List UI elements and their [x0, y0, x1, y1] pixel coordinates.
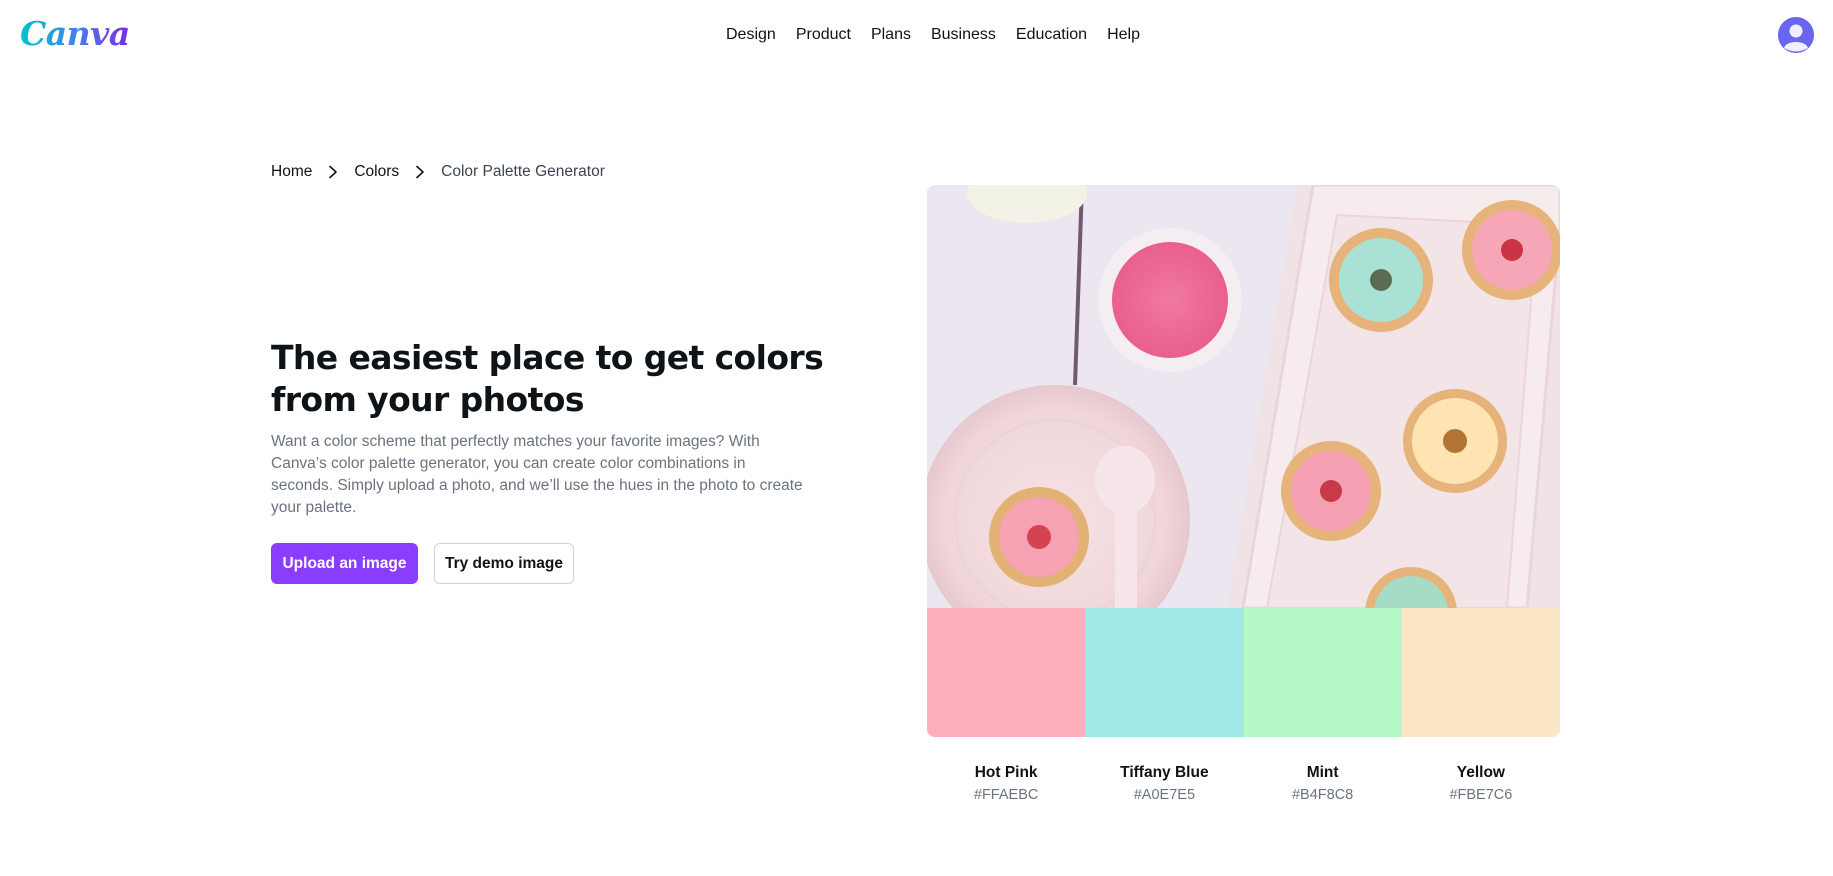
color-name: Tiffany Blue: [1120, 764, 1209, 781]
color-swatches: [927, 608, 1560, 737]
user-icon: [1778, 17, 1814, 53]
try-demo-image-button[interactable]: Try demo image: [434, 543, 574, 584]
top-navigation-bar: Canva Design Product Plans Business Educ…: [0, 0, 1833, 72]
canva-logo[interactable]: Canva: [20, 14, 130, 53]
page-title: The easiest place to get colors from you…: [271, 338, 824, 419]
swatch-mint[interactable]: [1243, 608, 1402, 737]
swatch-yellow[interactable]: [1401, 608, 1560, 737]
demo-photo-donuts: [927, 185, 1560, 608]
breadcrumb-colors[interactable]: Colors: [354, 163, 399, 181]
nav-item-plans[interactable]: Plans: [861, 24, 921, 46]
breadcrumb: Home Colors Color Palette Generator: [271, 163, 605, 181]
swatch-label: Tiffany Blue #A0E7E5: [1085, 762, 1243, 806]
color-hex[interactable]: #FFAEBC: [927, 784, 1085, 806]
nav-item-help[interactable]: Help: [1097, 24, 1150, 46]
swatch-label: Hot Pink #FFAEBC: [927, 762, 1085, 806]
color-hex[interactable]: #FBE7C6: [1402, 784, 1560, 806]
main-nav: Design Product Plans Business Education …: [716, 24, 1150, 46]
breadcrumb-current: Color Palette Generator: [441, 163, 605, 180]
color-name: Mint: [1306, 764, 1339, 781]
color-hex[interactable]: #A0E7E5: [1085, 784, 1243, 806]
swatch-labels: Hot Pink #FFAEBC Tiffany Blue #A0E7E5 Mi…: [927, 762, 1560, 806]
color-name: Hot Pink: [974, 764, 1038, 781]
color-hex[interactable]: #B4F8C8: [1244, 784, 1402, 806]
swatch-label: Mint #B4F8C8: [1244, 762, 1402, 806]
swatch-label: Yellow #FBE7C6: [1402, 762, 1560, 806]
nav-item-product[interactable]: Product: [786, 24, 861, 46]
swatch-tiffany-blue[interactable]: [1085, 608, 1244, 737]
breadcrumb-home[interactable]: Home: [271, 163, 312, 181]
nav-item-design[interactable]: Design: [716, 24, 786, 46]
nav-item-business[interactable]: Business: [921, 24, 1006, 46]
chevron-right-icon: [329, 165, 338, 179]
upload-image-button[interactable]: Upload an image: [271, 543, 418, 584]
palette-preview-card: [927, 185, 1560, 737]
chevron-right-icon: [416, 165, 424, 179]
page-description: Want a color scheme that perfectly match…: [271, 433, 803, 516]
swatch-hot-pink[interactable]: [927, 608, 1086, 737]
nav-item-education[interactable]: Education: [1006, 24, 1097, 46]
color-name: Yellow: [1456, 764, 1505, 781]
user-avatar[interactable]: [1778, 17, 1814, 53]
